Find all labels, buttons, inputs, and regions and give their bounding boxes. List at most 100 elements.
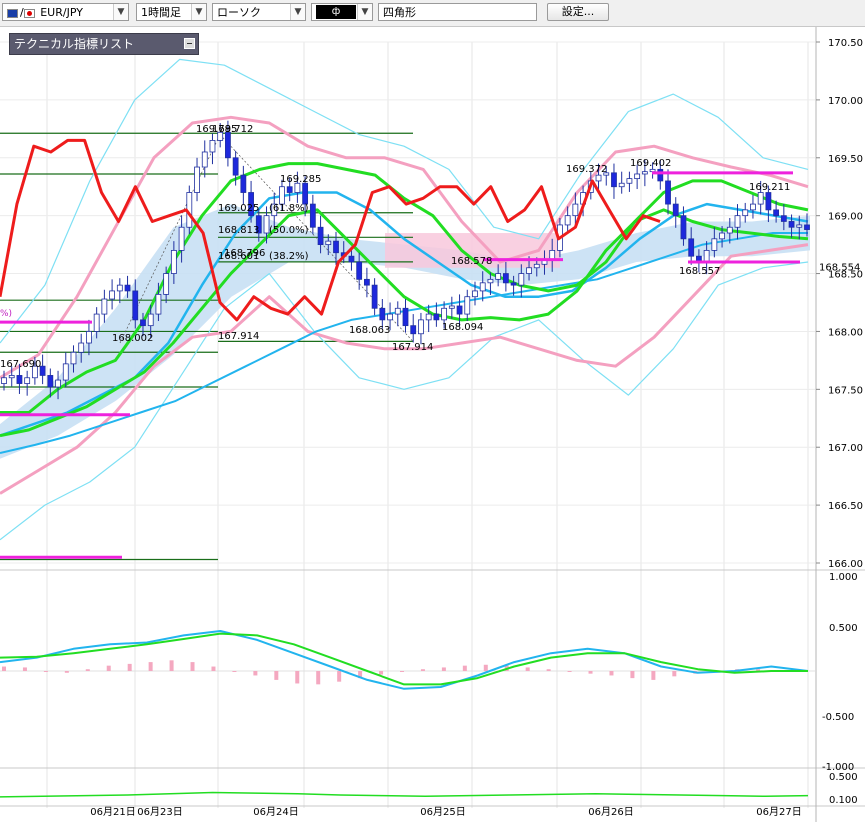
price-annotation: 168.063: [349, 325, 390, 336]
indicator-list-panel[interactable]: テクニカル指標リスト: [9, 33, 199, 55]
price-annotation: 168.094: [442, 322, 483, 333]
symbol-label: EUR/JPY: [40, 6, 83, 19]
candle: [572, 203, 579, 217]
candle: [317, 226, 324, 246]
oscillator-axis-label: 0.500: [829, 623, 858, 634]
candle: [495, 273, 502, 280]
candle: [680, 215, 687, 240]
macd-histogram-bar: [127, 663, 132, 671]
candle: [595, 174, 602, 182]
price-annotation: 169.372: [566, 164, 607, 175]
lower-oscillator-axis-label: 0.500: [829, 772, 858, 783]
candle: [70, 351, 77, 365]
candle: [194, 166, 200, 193]
candle: [309, 203, 316, 228]
candle: [611, 172, 617, 188]
chevron-down-icon: ▼: [191, 4, 206, 20]
macd-histogram-bar: [567, 671, 572, 672]
candle: [688, 238, 695, 257]
candle: [456, 305, 463, 315]
candle: [371, 284, 378, 309]
candle: [101, 298, 108, 315]
shape-label: 四角形: [383, 6, 416, 19]
eu-flag-icon: [7, 8, 18, 18]
candle: [634, 173, 641, 180]
macd-histogram-bar: [232, 671, 237, 672]
candle: [394, 307, 401, 315]
candle: [86, 331, 92, 344]
candle: [402, 307, 409, 327]
macd-histogram-bar: [379, 671, 384, 675]
candle: [16, 375, 23, 384]
candle: [55, 379, 61, 388]
macd-histogram-bar: [106, 665, 111, 671]
candle: [518, 273, 525, 286]
settings-button[interactable]: 設定...: [547, 3, 609, 21]
macd-histogram-bar: [337, 671, 342, 682]
candle: [726, 226, 733, 234]
date-axis-label: 06月21日: [90, 806, 135, 818]
candle: [796, 224, 803, 228]
symbol-select[interactable]: / EUR/JPY ▼: [2, 3, 129, 21]
candle: [356, 261, 363, 280]
price-axis-label: 170.00: [828, 96, 863, 107]
date-axis-label: 06月23日: [137, 806, 182, 818]
candle: [773, 209, 780, 217]
macd-histogram-bar: [588, 671, 593, 674]
price-axis-label: 166.50: [828, 501, 863, 512]
candle: [116, 284, 123, 292]
macd-histogram-bar: [420, 669, 425, 671]
candle: [240, 174, 247, 193]
candle: [533, 263, 540, 269]
fibonacci-label: 168.813: [218, 225, 259, 236]
candle: [479, 282, 486, 292]
chart-style-select[interactable]: ローソク ▼: [212, 3, 306, 21]
candle: [641, 171, 648, 175]
candle: [363, 278, 370, 286]
candle: [209, 140, 216, 153]
timeframe-select[interactable]: 1時間足 ▼: [136, 3, 207, 21]
price-axis-label: 170.50: [828, 38, 863, 49]
fibonacci-label: (61.8%): [269, 203, 309, 214]
candle: [672, 203, 679, 217]
macd-histogram-bar: [546, 669, 551, 671]
candle: [472, 290, 478, 298]
candle: [140, 319, 146, 327]
date-axis-label: 06月24日: [253, 806, 298, 818]
price-axis-label: 167.00: [828, 443, 863, 454]
candle: [62, 363, 69, 381]
macd-histogram-bar: [525, 667, 530, 671]
draw-tool-label: ф: [331, 6, 341, 17]
candle: [155, 293, 162, 315]
shape-field[interactable]: 四角形: [378, 3, 537, 21]
macd-histogram-bar: [2, 666, 6, 671]
candle: [703, 249, 710, 263]
candle: [387, 313, 393, 321]
toolbar: / EUR/JPY ▼ 1時間足 ▼ ローソク ▼ ф ▼ 四角形 設定...: [0, 0, 865, 27]
draw-tool-select[interactable]: ф ▼: [311, 3, 373, 21]
candle: [649, 168, 656, 173]
chart-area: 170.50170.00169.50169.00168.50168.00167.…: [0, 27, 865, 822]
macd-histogram-bar: [651, 671, 656, 680]
fibonacci-label: (38.2%): [269, 251, 309, 262]
candle: [804, 224, 810, 230]
candle: [564, 215, 571, 226]
candle: [24, 377, 31, 384]
price-annotation: 168.578: [451, 256, 492, 267]
candle: [325, 240, 332, 246]
timeframe-label: 1時間足: [141, 6, 181, 19]
macd-histogram-bar: [64, 671, 69, 673]
candle: [510, 282, 517, 286]
price-annotation: 169.785: [196, 124, 237, 135]
price-annotation: 167.690: [0, 359, 41, 370]
candle: [526, 267, 532, 274]
candle: [286, 186, 293, 193]
minimize-icon[interactable]: [184, 38, 195, 49]
candle: [757, 192, 764, 205]
candle: [742, 209, 749, 217]
macd-histogram-bar: [400, 671, 404, 672]
partial-label: %): [0, 309, 12, 319]
fibonacci-label: 168.601: [218, 251, 259, 262]
macd-histogram-bar: [190, 662, 195, 671]
chevron-down-icon: ▼: [357, 4, 372, 20]
